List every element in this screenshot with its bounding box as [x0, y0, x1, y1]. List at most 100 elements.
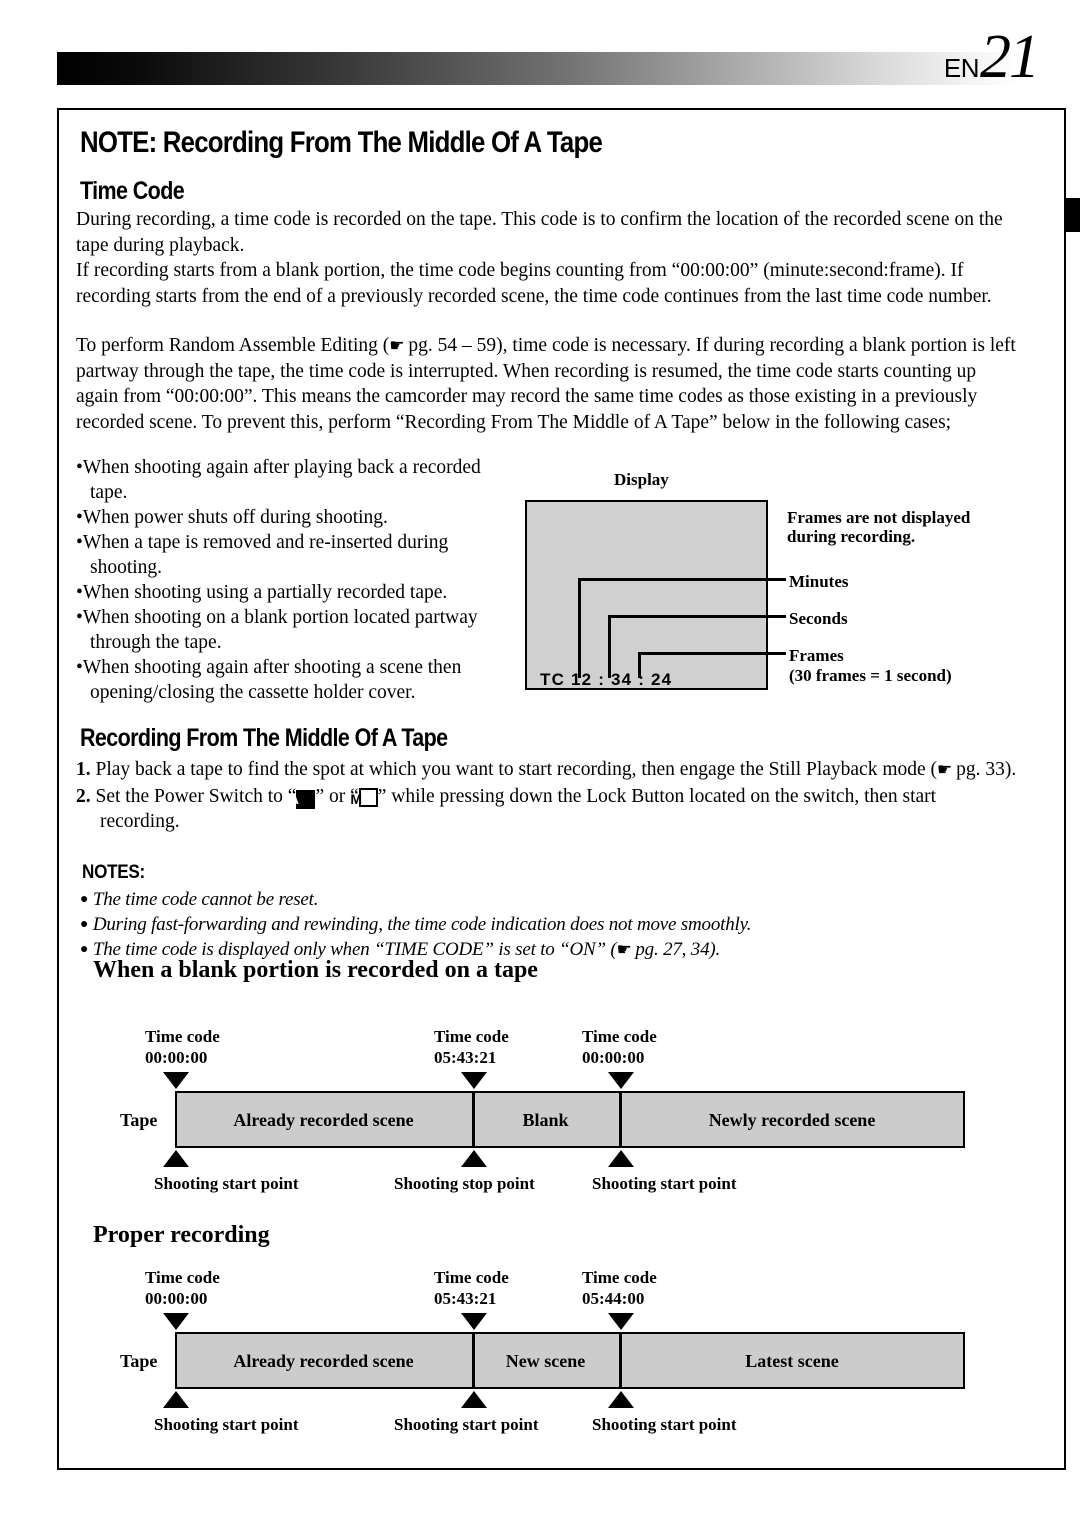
page-language-code: EN [943, 53, 980, 83]
time-code-paragraph-2: If recording starts from a blank portion… [76, 260, 992, 307]
display-screen-box [525, 500, 768, 690]
timecode-label-2: Time code 05:43:21 [434, 1267, 509, 1309]
bullet-text: When power shuts off during shooting. [82, 507, 388, 528]
display-diagram-title: Display [614, 470, 669, 489]
recording-middle-steps: 1. Play back a tape to find the spot at … [76, 757, 1020, 836]
marker-up-2 [461, 1391, 487, 1408]
timecode-value: 05:44:00 [582, 1289, 645, 1308]
hand-pointer-icon: ☛ [937, 760, 952, 779]
tape-segment-label-2: Blank [522, 1110, 569, 1130]
hand-pointer-icon: ☛ [616, 940, 632, 959]
timecode-value: 00:00:00 [145, 1289, 208, 1308]
step-item: 2. Set the Power Switch to “A” or “M” wh… [76, 784, 1020, 835]
tape-segment-label-2: New scene [505, 1351, 586, 1371]
tape-diagram-2-heading: Proper recording [93, 1222, 270, 1248]
note-text: The time code cannot be reset. [92, 889, 319, 910]
time-code-paragraph-3: To perform Random Assemble Editing (☛ pg… [76, 333, 1020, 435]
shooting-point-label-1: Shooting start point [154, 1415, 299, 1434]
marker-down-3 [608, 1072, 634, 1089]
leader-line-seconds-vertical [608, 615, 611, 678]
timecode-value: 05:43:21 [434, 1289, 497, 1308]
step-number: 1. [76, 759, 91, 780]
step-text-a: Play back a tape to find the spot at whi… [95, 759, 938, 780]
page-number: EN 21 [943, 23, 1040, 91]
marker-up-3 [608, 1391, 634, 1408]
timecode-caption: Time code [434, 1268, 509, 1287]
timecode-caption: Time code [145, 1027, 220, 1046]
timecode-label-1: Time code 00:00:00 [145, 1267, 220, 1309]
callout-frames-note-line2: during recording. [787, 527, 916, 546]
tape-axis-label: Tape [120, 1351, 158, 1371]
marker-up-1 [163, 1391, 189, 1408]
list-item: •When shooting again after playing back … [76, 457, 481, 503]
shooting-point-label-2: Shooting start point [394, 1415, 539, 1434]
hand-pointer-icon: ☛ [389, 336, 404, 355]
timecode-label-3: Time code 05:44:00 [582, 1267, 657, 1309]
leader-line-minutes-horizontal [578, 578, 786, 581]
tape-segment-label-3: Latest scene [745, 1351, 839, 1371]
marker-up-3 [608, 1150, 634, 1167]
timecode-label-2: Time code 05:43:21 [434, 1026, 509, 1068]
marker-down-2 [461, 1072, 487, 1089]
marker-up-2 [461, 1150, 487, 1167]
timecode-value: 00:00:00 [145, 1048, 208, 1067]
shooting-point-label-1: Shooting start point [154, 1174, 299, 1193]
timecode-caption: Time code [434, 1027, 509, 1046]
time-code-paragraph-1: During recording, a time code is recorde… [76, 209, 1003, 256]
timecode-value: 00:00:00 [582, 1048, 645, 1067]
bullet-text: When shooting using a partially recorded… [82, 582, 448, 603]
marker-down-3 [608, 1313, 634, 1330]
page-number-value: 21 [980, 23, 1040, 91]
header-gradient-bar [57, 52, 1020, 85]
shooting-point-label-2: Shooting stop point [394, 1174, 535, 1193]
timecode-label-3: Time code 00:00:00 [582, 1026, 657, 1068]
list-item: •When shooting again after shooting a sc… [76, 657, 462, 703]
page-title: NOTE: Recording From The Middle Of A Tap… [80, 126, 603, 159]
list-item: •When power shuts off during shooting. [76, 507, 388, 528]
note-bullet-icon: ● [80, 942, 89, 957]
list-item: •When shooting using a partially recorde… [76, 582, 448, 603]
list-item: •When shooting on a blank portion locate… [76, 607, 478, 653]
timecode-caption: Time code [582, 1268, 657, 1287]
notes-heading: NOTES: [82, 862, 145, 883]
para3-text-a: To perform Random Assemble Editing ( [76, 335, 390, 356]
note-text-b: pg. 27, 34). [630, 939, 721, 960]
timecode-readout: TC 12 : 34 : 24 [540, 670, 673, 689]
tape-segment-label-3: Newly recorded scene [708, 1110, 876, 1130]
note-text: During fast-forwarding and rewinding, th… [92, 914, 752, 935]
section-heading-recording-middle: Recording From The Middle Of A Tape [80, 724, 448, 752]
note-bullet-icon: ● [80, 917, 89, 932]
bullet-text: When shooting again after shooting a sce… [82, 657, 462, 703]
auto-mode-icon: A [289, 789, 316, 809]
marker-down-2 [461, 1313, 487, 1330]
bullet-text: When a tape is removed and re-inserted d… [82, 532, 449, 578]
timecode-caption: Time code [145, 1268, 220, 1287]
bullet-text: When shooting again after playing back a… [82, 457, 481, 503]
callout-minutes: Minutes [789, 572, 849, 591]
callout-seconds: Seconds [789, 609, 848, 628]
step-item: 1. Play back a tape to find the spot at … [76, 757, 1020, 783]
leader-line-frames-horizontal [638, 652, 786, 655]
callout-frames-note-line1: Frames are not displayed [787, 508, 971, 527]
callout-frames: Frames [789, 646, 844, 665]
note-bullet-icon: ● [80, 892, 89, 907]
callout-frames-sub: (30 frames = 1 second) [789, 666, 952, 685]
timecode-label-1: Time code 00:00:00 [145, 1026, 220, 1068]
timecode-caption: Time code [582, 1027, 657, 1046]
bullet-text: When shooting on a blank portion located… [82, 607, 478, 653]
manual-mode-icon: M [350, 787, 378, 807]
step-text-b: pg. 33). [951, 759, 1017, 780]
note-item: ● The time code cannot be reset. [80, 887, 1010, 912]
tape-segment-label-1: Already recorded scene [233, 1110, 414, 1130]
leader-line-seconds-horizontal [608, 615, 786, 618]
list-item: •When a tape is removed and re-inserted … [76, 532, 449, 578]
section-heading-time-code: Time Code [80, 177, 185, 205]
notes-list: ● The time code cannot be reset. ● Durin… [80, 887, 1010, 962]
tape-segment-label-1: Already recorded scene [233, 1351, 414, 1371]
step-text-a: Set the Power Switch to “ [95, 785, 297, 807]
leader-line-minutes-vertical [578, 578, 581, 678]
shooting-point-label-3: Shooting start point [592, 1174, 737, 1193]
tape-diagram-1-heading: When a blank portion is recorded on a ta… [93, 957, 538, 983]
timecode-value: 05:43:21 [434, 1048, 497, 1067]
leader-line-frames-vertical [638, 652, 641, 678]
